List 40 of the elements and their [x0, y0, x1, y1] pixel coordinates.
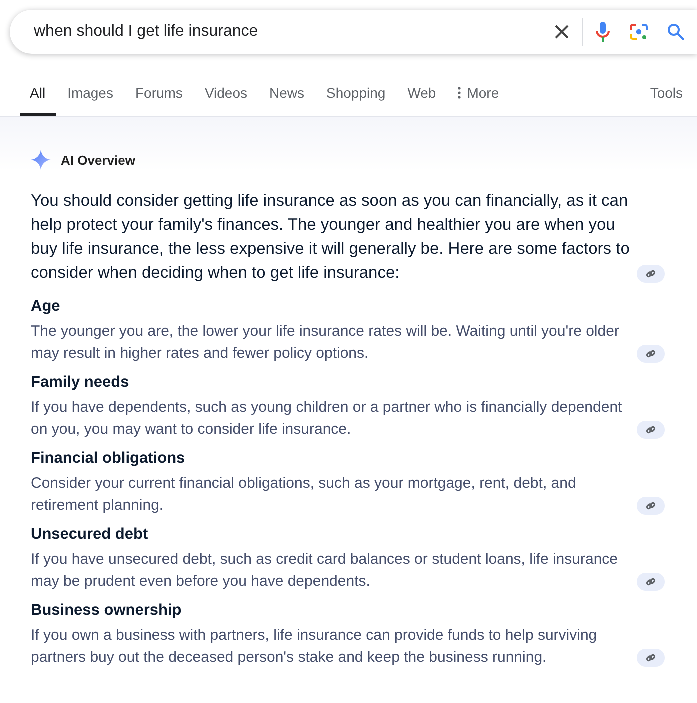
search-tab[interactable]: Images — [58, 76, 124, 116]
search-tab[interactable]: Videos — [194, 76, 258, 116]
factor-heading: Age — [31, 297, 62, 317]
search-tab[interactable]: News — [260, 76, 315, 116]
more-icon — [458, 87, 462, 99]
link-icon — [646, 577, 656, 587]
factor-heading: Family needs — [31, 373, 130, 393]
tools-button[interactable]: Tools — [640, 76, 693, 116]
camera-icon[interactable] — [629, 22, 649, 42]
factor-heading: Financial obligations — [31, 449, 186, 469]
search-tab[interactable]: Web — [398, 76, 446, 116]
link-button[interactable] — [637, 265, 665, 283]
search-icon[interactable] — [667, 23, 685, 41]
search-tab[interactable]: Forums — [125, 76, 193, 116]
factor-text: If you have unsecured debt, such as credit card balances or student loans, life insurance may be prudent even before you have dependents. — [31, 550, 620, 592]
factor-heading: Unsecured debt — [31, 525, 150, 545]
close-icon[interactable] — [554, 24, 570, 40]
factor-text: The younger you are, the lower your life insurance rates will be. Waiting until you're older may result in higher rates and fewer policy options. — [31, 322, 620, 364]
link-icon — [646, 425, 656, 435]
factor-heading: Business ownership — [31, 601, 183, 621]
link-icon — [646, 349, 656, 359]
overview-title: AI Overview — [61, 152, 136, 168]
search-input[interactable]: when should I get life insurance — [32, 22, 536, 42]
factor-text: If you have dependents, such as young children or a partner who is financially dependent on you, you may want to consider life insurance. — [31, 398, 624, 440]
link-icon — [646, 653, 656, 663]
link-button[interactable] — [637, 573, 665, 591]
link-button[interactable] — [637, 421, 665, 439]
link-icon — [646, 501, 656, 511]
factor-text: Consider your current financial obligations, such as your mortgage, rent, debt, and retirement planning. — [31, 474, 578, 516]
link-button[interactable] — [637, 345, 665, 363]
factor-text: If you own a business with partners, life insurance can provide funds to help surviving partners buy out the deceased person's stake and keep the business running. — [31, 626, 598, 668]
search-field[interactable]: when should I get life insurance — [10, 10, 697, 54]
search-tab[interactable]: Shopping — [316, 76, 396, 116]
link-button[interactable] — [637, 649, 665, 667]
microphone-icon[interactable] — [595, 21, 611, 43]
link-button[interactable] — [637, 497, 665, 515]
link-icon — [646, 269, 656, 279]
overview-paragraph: You should consider getting life insurance as soon as you can financially, as it can help protect your family's finances. The younger and healthier you are when you buy life insurance, the less expensive it will generally be. Here are some factors to consider when deciding when to get life insurance: — [31, 191, 631, 284]
sparkle-icon — [31, 150, 51, 170]
more-tab[interactable]: More — [448, 76, 510, 116]
